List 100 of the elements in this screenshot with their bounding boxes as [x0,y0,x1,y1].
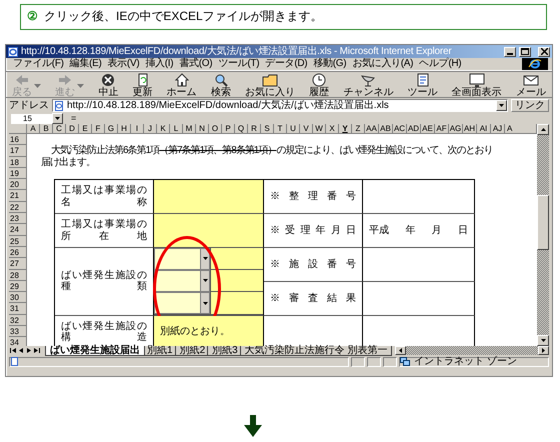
row-header[interactable]: 33 [9,326,27,338]
input-cell[interactable] [154,214,264,248]
back-arrow-icon [14,72,30,86]
row-header[interactable]: 29 [9,280,27,292]
row-header[interactable]: 25 [9,236,27,247]
row-header[interactable]: 28 [9,270,27,281]
dropdown-field[interactable] [154,270,210,292]
vertical-scrollbar[interactable] [537,124,549,346]
stop-icon [100,72,116,86]
menu-item[interactable]: 編集(E) [66,58,105,70]
row-header[interactable]: 26 [9,246,27,258]
scroll-right-button[interactable] [538,346,549,355]
row-header[interactable]: 20 [9,179,27,190]
folder-icon [262,72,278,86]
network-icon [400,357,410,366]
scroll-left-button[interactable] [395,346,406,355]
address-label: アドレス [9,100,49,112]
menu-item[interactable]: 挿入(I) [142,58,176,70]
envelope-icon [522,72,539,86]
search-icon [212,72,229,86]
toolbar-button[interactable]: メール [514,72,548,98]
down-arrow [244,415,262,437]
menu-item[interactable]: ツール(T) [215,58,262,70]
form-label: ばい煙発生施設の種類 [61,270,147,293]
row-header[interactable]: 27 [9,258,27,270]
menu-item[interactable]: ファイル(F) [10,58,67,70]
triangle-icon [399,348,402,353]
toolbar-button[interactable]: お気に入り [243,72,298,98]
date-label: 日 [458,224,468,236]
dropdown-button[interactable] [200,293,209,314]
menu-item[interactable]: ヘルプ(H) [416,58,464,70]
caret-icon [202,279,208,282]
page-icon [10,357,19,366]
status-pane [383,356,397,366]
formula-button[interactable]: = [71,114,76,123]
row-header[interactable]: 21 [9,190,27,202]
row-header[interactable]: 30 [9,292,27,304]
name-box[interactable]: 15 [11,114,63,124]
browser-logo-icon [522,58,548,70]
row-header[interactable]: 23 [9,213,27,224]
minimize-button[interactable] [504,46,516,56]
browser-icon [8,46,18,56]
sheet-text: 大気汚染防止法第6条第1項（第7条第1項、第8条第1項）の規定により、ばい煙発生施設について、次のとおり [50,145,492,156]
menu-item[interactable]: 書式(O) [176,58,216,70]
triangle-icon [540,339,546,342]
menu-item[interactable]: 移動(G) [310,58,350,70]
status-pane [367,356,381,366]
step-number: ② [27,10,38,24]
form-label: 工場又は事業場の名称 [61,185,147,208]
triangle-icon [34,348,40,353]
input-cell[interactable] [154,180,264,214]
row-header[interactable]: 31 [9,303,27,315]
close-icon [540,48,548,55]
toolbar-button[interactable]: 中止 [96,72,120,98]
row-header[interactable]: 17 [9,145,27,157]
triangle-icon [542,348,545,353]
row-header[interactable]: 19 [9,168,27,180]
form-label: ※審査結果 [270,292,356,304]
clock-icon [311,72,328,86]
toolbar-button[interactable]: ツール [406,72,440,98]
dropdown-button[interactable] [200,270,209,291]
form-label: ※受理年月日 [270,224,356,236]
date-label: 月 [432,224,442,236]
scrollbar-thumb[interactable] [537,195,549,250]
caret-icon [202,257,208,260]
links-button[interactable]: リンク [511,98,549,112]
caption-text: クリック後、IEの中でEXCELファイルが開きます。 [44,10,323,24]
menu-item[interactable]: お気に入り(A) [349,58,416,70]
row-header[interactable]: 16 [9,134,27,146]
triangle-icon [540,128,546,131]
toolbar-button[interactable]: ホーム [164,72,199,98]
dropdown-field[interactable] [154,292,210,314]
menu-item[interactable]: データ(D) [262,58,310,70]
close-button[interactable] [538,46,550,56]
triangle-icon [10,348,16,353]
form-label: ※施設番号 [270,258,356,270]
form-label: ※整理番号 [270,190,356,202]
monitor-icon [468,72,485,86]
dish-icon [360,72,376,86]
scroll-down-button[interactable] [537,335,549,346]
row-header[interactable]: 24 [9,224,27,236]
row-header[interactable]: 22 [9,202,27,214]
sheet-tab[interactable]: ばい煙発生施設届出 [45,346,145,356]
form-label: ばい煙発生施設の構造 [61,320,147,344]
row-header[interactable]: 18 [9,156,27,168]
scroll-up-button[interactable] [537,124,549,135]
toolbar-button[interactable]: チャンネル [341,72,396,98]
last-sheet-button[interactable] [33,346,41,355]
forward-arrow-icon [57,72,74,86]
toolbar-button[interactable]: 更新 [130,72,155,98]
row-header[interactable]: 32 [9,314,27,326]
toolbar-button[interactable]: 全画面表示 [450,72,504,98]
maximize-button[interactable] [519,46,531,56]
dropdown-field[interactable] [154,248,210,270]
maximize-icon [521,48,529,55]
first-sheet-button[interactable] [9,346,17,355]
menu-item[interactable]: 表示(V) [104,58,142,70]
toolbar-button[interactable]: 履歴 [307,72,332,98]
toolbar-button[interactable]: 検索 [208,72,233,98]
dropdown-button[interactable] [200,248,209,269]
